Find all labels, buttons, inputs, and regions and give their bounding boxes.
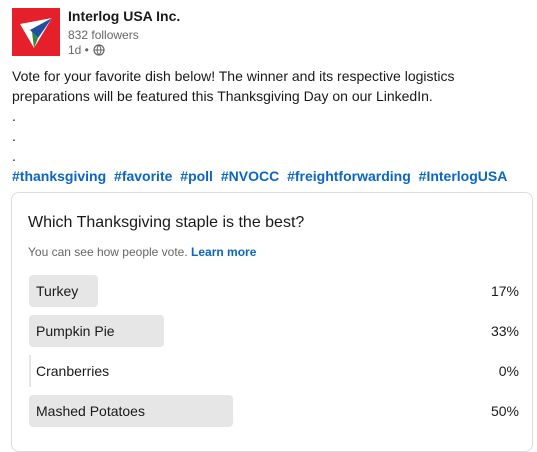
poll-option[interactable]: Pumpkin Pie 33%: [29, 315, 519, 347]
hashtag-link[interactable]: #InterlogUSA: [419, 168, 508, 184]
poll-option-label: Mashed Potatoes: [36, 403, 145, 419]
hashtag-list: #thanksgiving #favorite #poll #NVOCC #fr…: [12, 166, 521, 186]
hashtag-link[interactable]: #freightforwarding: [287, 168, 411, 184]
paper-plane-logo-icon: [20, 18, 52, 48]
post-dot: .: [12, 108, 16, 124]
poll-note-text: You can see how people vote.: [28, 245, 188, 259]
poll-option-percent: 50%: [490, 403, 519, 419]
post-dot: .: [12, 148, 16, 164]
hashtag-link[interactable]: #poll: [180, 168, 213, 184]
poll-option-label: Pumpkin Pie: [36, 323, 115, 339]
post-time: 1d •: [68, 43, 89, 57]
post-time-row: 1d •: [68, 43, 180, 57]
poll-visibility-note: You can see how people vote. Learn more: [28, 244, 256, 260]
poll-option-percent: 17%: [490, 283, 519, 299]
poll-option[interactable]: Turkey 17%: [29, 275, 519, 307]
post-dot: .: [12, 128, 16, 144]
post-header: Interlog USA Inc. 832 followers 1d •: [12, 8, 180, 57]
poll-question: Which Thanksgiving staple is the best?: [28, 214, 305, 231]
post-text-line: Vote for your favorite dish below! The w…: [12, 68, 455, 84]
hashtag-link[interactable]: #favorite: [114, 168, 172, 184]
poll-option-label: Turkey: [36, 283, 79, 299]
post-text-line: preparations will be featured this Thank…: [12, 88, 433, 104]
company-logo[interactable]: [12, 8, 60, 56]
poll-option[interactable]: Cranberries 0%: [29, 355, 519, 387]
poll-option[interactable]: Mashed Potatoes 50%: [29, 395, 519, 427]
poll-option-bar: [29, 355, 31, 387]
poll-option-percent: 33%: [490, 323, 519, 339]
hashtag-link[interactable]: #NVOCC: [221, 168, 279, 184]
poll-card: Which Thanksgiving staple is the best? Y…: [11, 192, 533, 452]
learn-more-link[interactable]: Learn more: [191, 245, 256, 259]
company-name[interactable]: Interlog USA Inc.: [68, 8, 180, 25]
poll-option-percent: 0%: [498, 363, 519, 379]
follower-count: 832 followers: [68, 28, 139, 42]
globe-icon: [93, 44, 105, 56]
poll-option-label: Cranberries: [36, 363, 110, 379]
post-body: Vote for your favorite dish below! The w…: [12, 66, 521, 186]
hashtag-link[interactable]: #thanksgiving: [12, 168, 106, 184]
